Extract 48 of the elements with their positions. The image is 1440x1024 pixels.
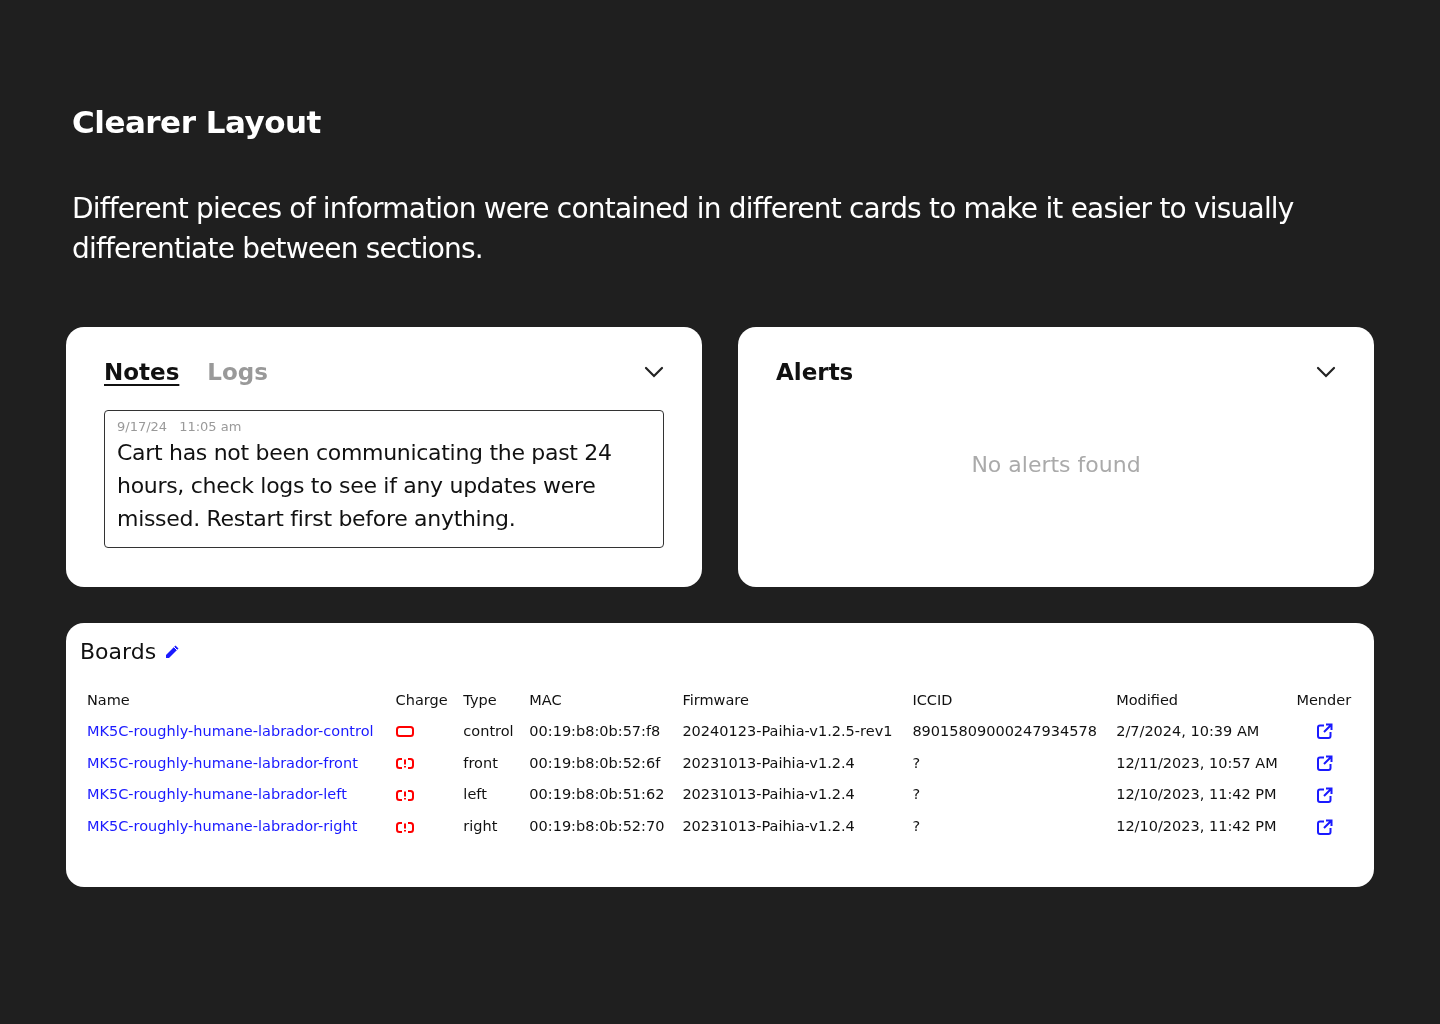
table-cell-text: right: [462, 817, 499, 837]
column-header: Mender: [1295, 691, 1353, 711]
table-cell-text: ?: [911, 785, 922, 805]
column-header: Type: [462, 691, 498, 711]
table-cell-text: 20240123-Paihia-v1.2.5-rev1: [681, 721, 894, 741]
table-cell-text: left: [462, 785, 488, 805]
external-link-icon[interactable]: [1316, 786, 1334, 804]
table-cell-text: ?: [911, 753, 922, 773]
board-name-link[interactable]: MK5C-roughly-humane-labrador-left: [87, 786, 347, 803]
page-heading: Clearer Layout: [72, 104, 322, 142]
table-cell-text: front: [462, 753, 499, 773]
table-cell-text: 12/10/2023, 11:42 PM: [1115, 785, 1278, 805]
table-cell-text: 20231013-Paihia-v1.2.4: [681, 753, 856, 773]
external-link-icon[interactable]: [1316, 723, 1334, 741]
table-cell-text: 00:19:b8:0b:52:70: [528, 817, 666, 837]
pencil-icon[interactable]: [164, 643, 181, 660]
table-cell-text: 00:19:b8:0b:51:62: [528, 785, 666, 805]
tab[interactable]: Notes: [104, 355, 180, 390]
boards-title: Boards: [80, 638, 157, 667]
description-text: Different pieces of information were contained in different cards to make it easier to visually differentiate between sections.: [72, 191, 1295, 268]
empty-message: No alerts found: [970, 450, 1142, 479]
column-header: Modified: [1115, 691, 1180, 711]
external-link-icon[interactable]: [1316, 818, 1334, 836]
chevron-down-icon[interactable]: [1316, 366, 1336, 379]
column-header: MAC: [528, 691, 563, 711]
table-cell-text: 20231013-Paihia-v1.2.4: [681, 785, 856, 805]
external-link-icon[interactable]: [1316, 755, 1334, 773]
board-name-link[interactable]: MK5C-roughly-humane-labrador-right: [87, 818, 358, 835]
table-cell-text: 12/10/2023, 11:42 PM: [1115, 817, 1278, 837]
column-header: Name: [86, 691, 131, 711]
column-header: Firmware: [681, 691, 750, 711]
alerts-title: Alerts: [776, 358, 854, 388]
note-date: 9/17/24: [117, 418, 168, 434]
note-time: 11:05 am: [179, 418, 242, 434]
board-name-link[interactable]: MK5C-roughly-humane-labrador-control: [87, 722, 374, 739]
table-cell-text: control: [462, 721, 515, 741]
table-cell-text: 00:19:b8:0b:52:6f: [528, 753, 662, 773]
table-cell-text: 20231013-Paihia-v1.2.4: [681, 817, 856, 837]
table-cell-text: 2/7/2024, 10:39 AM: [1115, 721, 1261, 741]
table-cell-text: 00:19:b8:0b:57:f8: [528, 721, 662, 741]
note-text: Cart has not been communicating the past 24 hours, check logs to see if any updates were missed. Restart first before anything.: [117, 439, 613, 534]
column-header: ICCID: [911, 691, 954, 711]
column-header: Charge: [394, 691, 449, 711]
board-name-link[interactable]: MK5C-roughly-humane-labrador-front: [87, 754, 358, 771]
table-cell-text: ?: [911, 817, 922, 837]
chevron-down-icon[interactable]: [644, 366, 664, 379]
table-cell-text: 89015809000247934578: [911, 721, 1098, 741]
table-cell-text: 12/11/2023, 10:57 AM: [1115, 753, 1279, 773]
